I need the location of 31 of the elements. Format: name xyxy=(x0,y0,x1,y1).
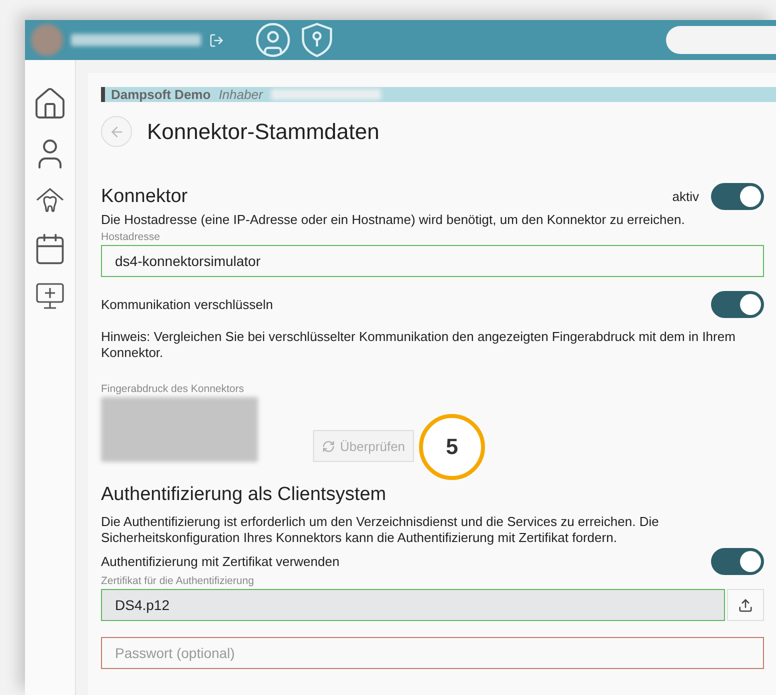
field-label: Zertifikat für die Authentifizierung xyxy=(101,575,255,587)
role-label: Inhaber xyxy=(218,87,263,102)
description-text: Die Authentifizierung ist erforderlich um den Verzeichnisdienst und die Services zu erreichen. Die Sicherheitskonfiguration Ihres Konnektors kann die Authentifizierung mit Zertifikat fordern. xyxy=(101,514,660,546)
password-input-field[interactable]: Passwort (optional) xyxy=(101,637,764,669)
page-title: Konnektor-Stammdaten xyxy=(147,118,380,144)
certificate-input-field[interactable]: DS4.p12 xyxy=(101,589,725,621)
upload-button[interactable] xyxy=(727,589,764,621)
toggle-switch[interactable] xyxy=(711,548,764,575)
section-heading: Konnektor xyxy=(101,186,188,208)
monitor-plus-icon[interactable] xyxy=(34,280,66,312)
arrow-left-icon xyxy=(108,124,124,140)
company-name: Dampsoft Demo xyxy=(111,87,211,102)
search-field[interactable] xyxy=(666,26,776,54)
description-text: Die Hostadresse (eine IP-Adresse oder ein Hostname) wird benötigt, um den Konnektor zu erreichen. xyxy=(101,212,686,228)
toggle-switch[interactable] xyxy=(711,291,764,318)
toggle-label: aktiv xyxy=(672,188,699,204)
upload-icon xyxy=(738,598,753,612)
shield-key-icon[interactable] xyxy=(300,22,334,58)
section-heading: Authentifizierung als Clientsystem xyxy=(101,484,388,506)
field-label: Fingerabdruck des Konnektors xyxy=(101,383,245,395)
user-circle-icon[interactable] xyxy=(254,21,292,59)
refresh-icon xyxy=(322,440,335,452)
toggle-switch[interactable] xyxy=(711,183,764,210)
logout-icon[interactable] xyxy=(209,32,224,48)
toggle-label: Kommunikation verschlüsseln xyxy=(101,296,273,312)
callout-badge: 5 xyxy=(419,414,485,480)
field-label: Hostadresse xyxy=(101,231,161,243)
toggle-label: Authentifizierung mit Zertifikat verwenden xyxy=(101,554,340,570)
hint-text: Hinweis: Vergleichen Sie bei verschlüsselter Kommunikation den angezeigten Fingerabdruck mit dem in Ihrem Konnektor. xyxy=(101,329,736,361)
host-input-field[interactable]: ds4-konnektorsimulator xyxy=(101,245,764,277)
avatar xyxy=(31,24,63,56)
